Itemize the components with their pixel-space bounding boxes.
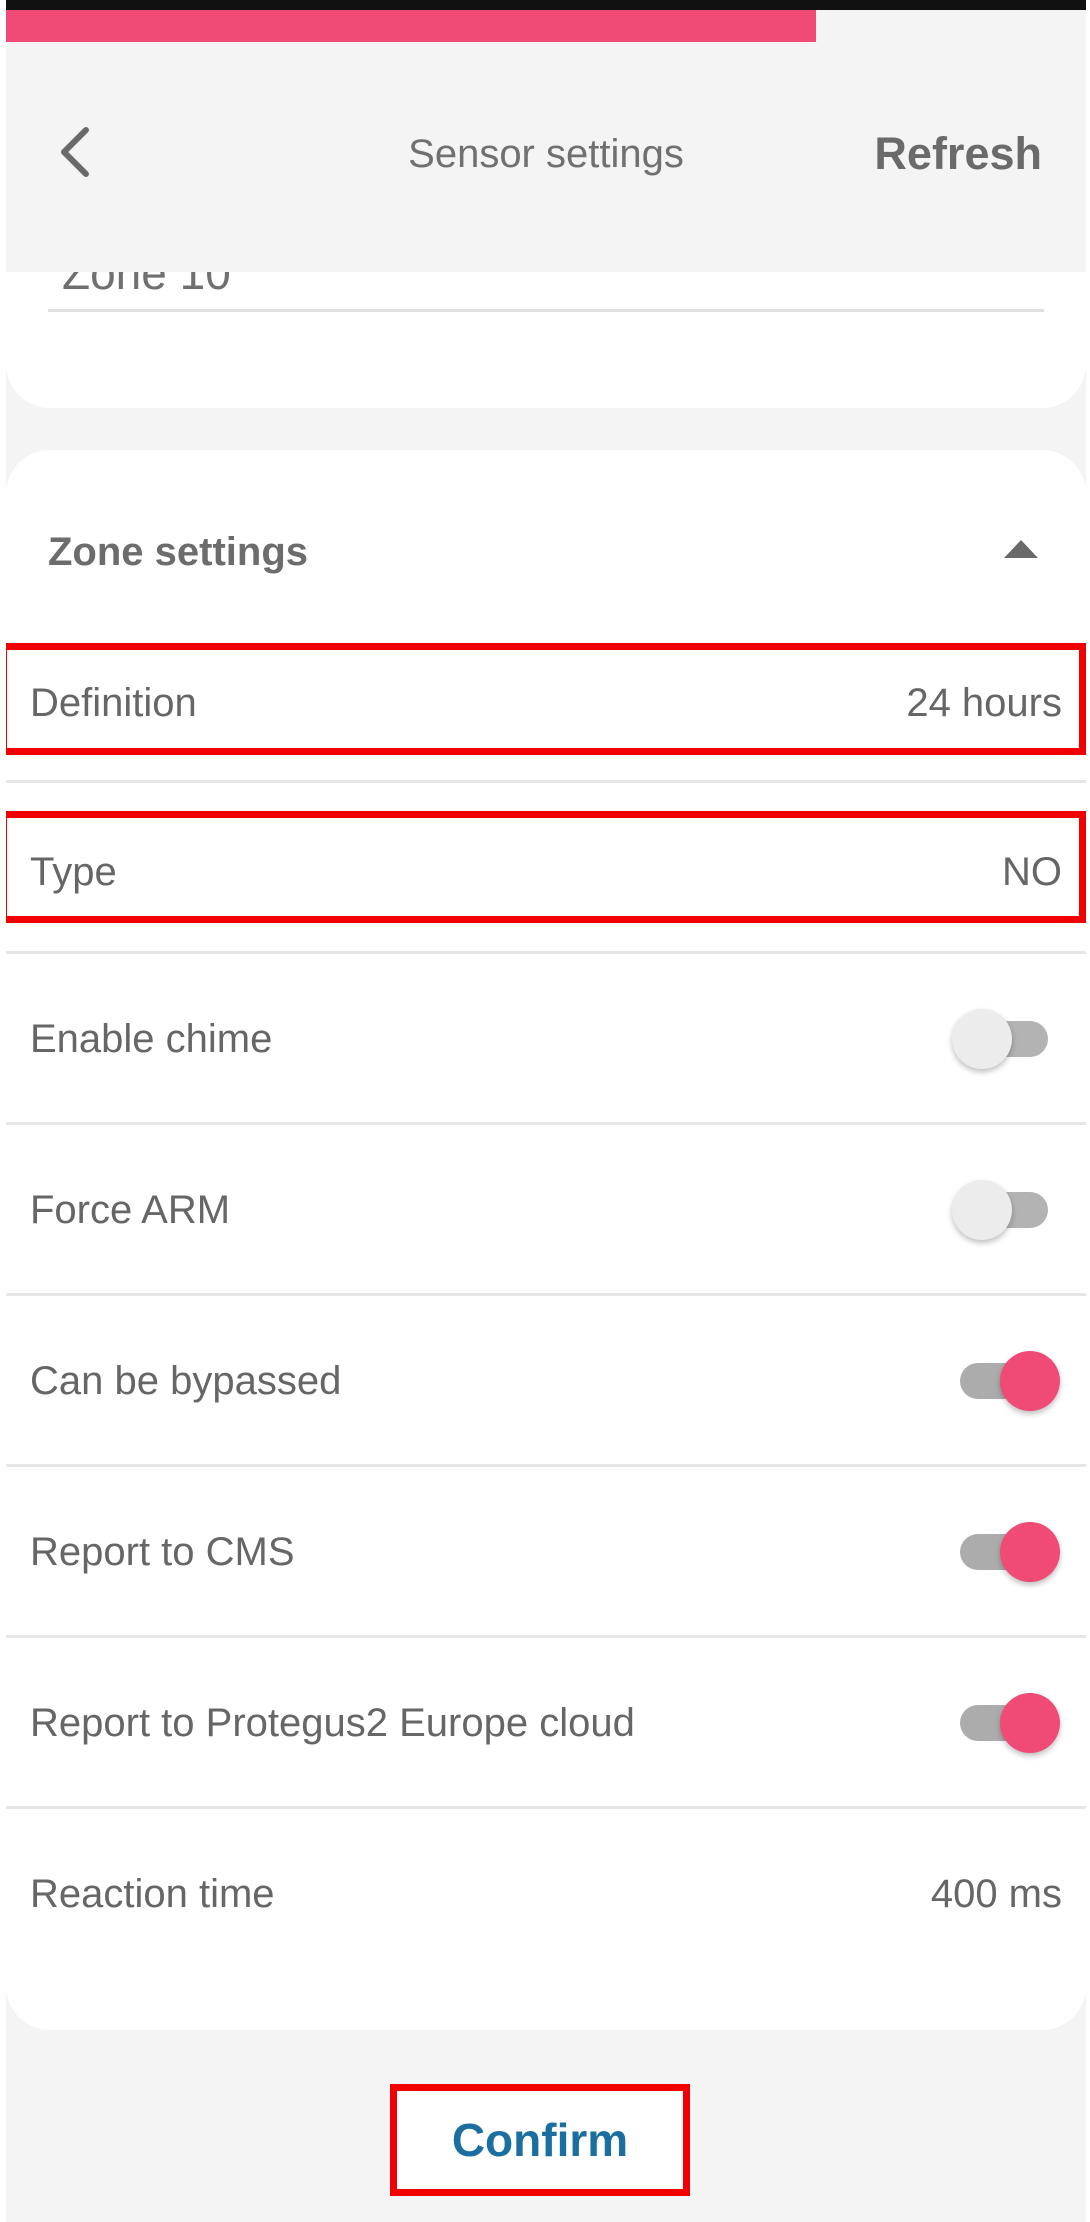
report-to-cloud-label: Report to Protegus2 Europe cloud <box>30 1700 635 1745</box>
enable-chime-label: Enable chime <box>30 1016 273 1061</box>
screen: Zone 10 Sensor settings Refresh Zone set… <box>6 0 1086 2222</box>
can-be-bypassed-row: Can be bypassed <box>6 1296 1086 1466</box>
definition-label: Definition <box>30 680 197 725</box>
status-bar-edge <box>6 0 1086 10</box>
app-header: Sensor settings Refresh <box>6 42 1086 272</box>
progress-bar <box>6 10 1086 42</box>
report-to-cloud-row: Report to Protegus2 Europe cloud <box>6 1638 1086 1808</box>
refresh-button[interactable]: Refresh <box>874 128 1042 180</box>
report-to-cms-toggle[interactable] <box>952 1517 1060 1587</box>
force-arm-toggle[interactable] <box>952 1175 1056 1245</box>
definition-row[interactable]: Definition 24 hours <box>6 638 1086 768</box>
enable-chime-row: Enable chime <box>6 954 1086 1124</box>
definition-value: 24 hours <box>906 680 1062 725</box>
force-arm-row: Force ARM <box>6 1125 1086 1295</box>
confirm-button[interactable]: Confirm <box>390 2084 690 2196</box>
type-label: Type <box>30 849 117 894</box>
zone-settings-card: Zone settings Definition 24 hours Type N… <box>6 450 1086 2030</box>
toggle-knob <box>1000 1693 1060 1753</box>
type-row[interactable]: Type NO <box>6 807 1086 937</box>
caret-up-icon <box>1004 540 1038 558</box>
type-value: NO <box>1002 849 1062 894</box>
progress-bar-fill <box>6 10 816 42</box>
enable-chime-toggle[interactable] <box>952 1004 1056 1074</box>
report-to-cms-label: Report to CMS <box>30 1529 295 1574</box>
toggle-knob <box>1000 1351 1060 1411</box>
can-be-bypassed-toggle[interactable] <box>952 1346 1060 1416</box>
report-to-cms-row: Report to CMS <box>6 1467 1086 1637</box>
toggle-knob <box>952 1180 1012 1240</box>
report-to-cloud-toggle[interactable] <box>952 1688 1060 1758</box>
can-be-bypassed-label: Can be bypassed <box>30 1358 342 1403</box>
force-arm-label: Force ARM <box>30 1187 231 1232</box>
reaction-time-value: 400 ms <box>930 1871 1062 1916</box>
toggle-knob <box>1000 1522 1060 1582</box>
toggle-knob <box>952 1009 1012 1069</box>
zone-settings-title: Zone settings <box>48 530 309 574</box>
zone-settings-header[interactable]: Zone settings <box>6 510 1086 590</box>
reaction-time-row[interactable]: Reaction time 400 ms <box>6 1809 1086 1979</box>
divider <box>6 780 1086 783</box>
reaction-time-label: Reaction time <box>30 1871 275 1916</box>
